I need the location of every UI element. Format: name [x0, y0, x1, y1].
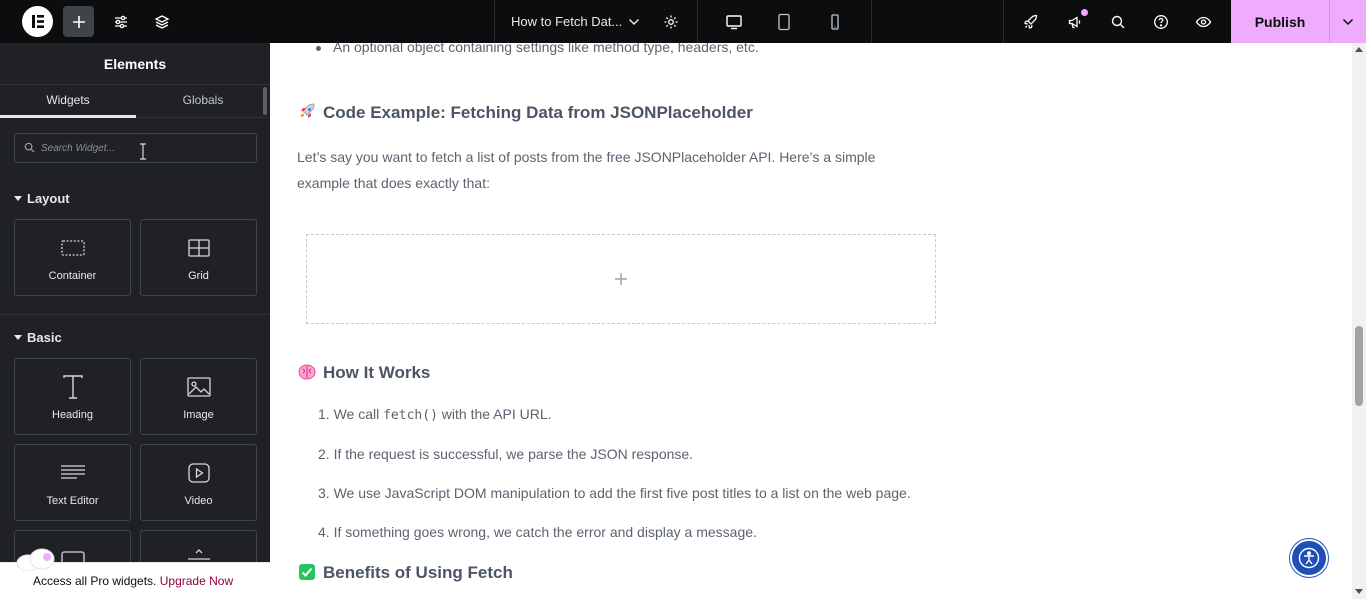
accessibility-icon	[1298, 547, 1320, 569]
list-item: 2. If the request is successful, we pars…	[318, 446, 694, 462]
image-icon	[186, 377, 211, 397]
heading-code-example[interactable]: Code Example: Fetching Data from JSONPla…	[298, 103, 753, 123]
desktop-view-button[interactable]	[718, 6, 749, 37]
video-icon	[187, 463, 210, 483]
publish-button[interactable]: Publish	[1231, 0, 1329, 43]
empty-container-dropzone[interactable]	[306, 234, 936, 324]
widget-container[interactable]: Container	[14, 219, 131, 296]
tab-globals[interactable]: Globals	[136, 85, 270, 118]
plus-icon[interactable]	[614, 272, 628, 286]
add-element-button[interactable]	[63, 6, 94, 37]
launchpad-button[interactable]	[1015, 6, 1046, 37]
list-item: An optional object containing settings l…	[316, 43, 759, 55]
notification-dot	[1081, 9, 1088, 16]
panel-scrollbar[interactable]	[263, 87, 267, 115]
list-item: 3. We use JavaScript DOM manipulation to…	[318, 485, 911, 501]
heading-icon	[62, 375, 83, 399]
search-icon	[1111, 15, 1124, 28]
check-emoji-icon	[299, 564, 315, 580]
widget-heading[interactable]: Heading	[14, 358, 131, 435]
scroll-thumb[interactable]	[1355, 326, 1363, 406]
question-icon	[1153, 14, 1168, 29]
widget-search	[14, 133, 257, 163]
chevron-down-icon[interactable]	[628, 17, 640, 27]
tab-widgets[interactable]: Widgets	[0, 85, 136, 118]
list-item: 4. If something goes wrong, we catch the…	[318, 524, 757, 540]
page-settings-button[interactable]	[655, 6, 686, 37]
chevron-down-icon	[1342, 18, 1354, 25]
rocket-emoji-icon	[300, 103, 315, 118]
upgrade-bar: Access all Pro widgets. Upgrade Now	[0, 548, 270, 599]
heading-how-it-works[interactable]: How It Works	[298, 363, 430, 383]
rocket-icon	[1023, 14, 1037, 29]
container-icon	[60, 240, 85, 256]
structure-button[interactable]	[146, 6, 177, 37]
widget-text-editor[interactable]: Text Editor	[14, 444, 131, 521]
publish-options-button[interactable]	[1329, 0, 1366, 43]
grid-icon	[187, 239, 210, 257]
editor-topbar: How to Fetch Dat... Publish	[0, 0, 1366, 43]
category-basic[interactable]: Basic	[14, 330, 62, 345]
upgrade-now-link[interactable]: Upgrade Now	[160, 574, 233, 588]
brain-emoji-icon	[298, 364, 316, 380]
megaphone-icon	[1068, 15, 1080, 28]
preview-button[interactable]	[1188, 6, 1219, 37]
heading-benefits[interactable]: Benefits of Using Fetch	[298, 563, 513, 583]
widget-video[interactable]: Video	[140, 444, 257, 521]
desktop-icon	[725, 14, 742, 29]
cloud-illustration-icon	[16, 548, 55, 571]
help-button[interactable]	[1145, 6, 1176, 37]
list-item: 1. We call fetch() with the API URL.	[318, 406, 552, 423]
search-icon	[24, 142, 35, 153]
tablet-view-button[interactable]	[768, 6, 799, 37]
text-cursor-icon	[140, 143, 146, 160]
elementor-logo-icon[interactable]	[22, 6, 53, 37]
accessibility-button[interactable]	[1290, 539, 1328, 577]
widget-image[interactable]: Image	[140, 358, 257, 435]
upgrade-text: Access all Pro widgets.	[33, 574, 157, 588]
mobile-view-button[interactable]	[819, 6, 850, 37]
site-settings-button[interactable]	[105, 6, 136, 37]
mobile-icon	[830, 13, 839, 30]
text-editor-icon	[60, 465, 85, 479]
page-title-dropdown[interactable]: How to Fetch Dat...	[511, 0, 622, 43]
gear-icon	[664, 15, 677, 28]
eye-icon	[1195, 16, 1212, 27]
panel-title: Elements	[0, 43, 270, 85]
scroll-down-icon[interactable]	[1355, 589, 1363, 594]
intro-paragraph[interactable]: Let’s say you want to fetch a list of po…	[297, 144, 917, 196]
widget-grid[interactable]: Grid	[140, 219, 257, 296]
editor-canvas[interactable]: An optional object containing settings l…	[270, 43, 1352, 599]
canvas-scrollbar[interactable]	[1352, 43, 1366, 599]
inline-code: fetch()	[383, 408, 438, 423]
category-layout[interactable]: Layout	[14, 191, 70, 206]
search-button[interactable]	[1102, 6, 1133, 37]
sliders-icon	[114, 15, 127, 28]
elements-panel: Elements Widgets Globals Layout Containe…	[0, 43, 270, 599]
tablet-icon	[777, 13, 790, 30]
scroll-up-icon[interactable]	[1355, 47, 1363, 52]
plus-icon	[72, 15, 85, 28]
layers-icon	[154, 14, 169, 29]
